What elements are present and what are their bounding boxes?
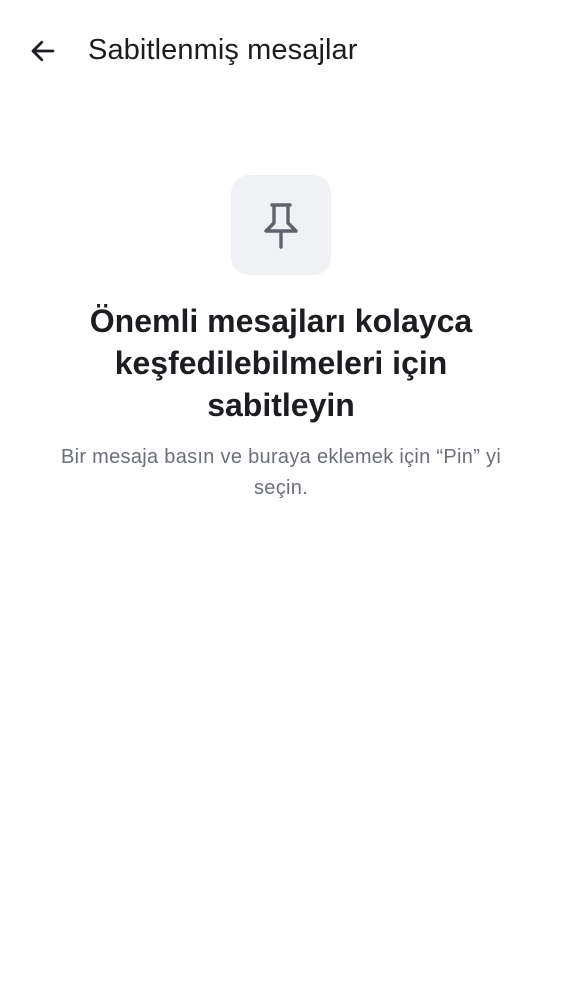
empty-state: Önemli mesajları kolayca keşfedilebilmel… (0, 175, 562, 504)
page-title: Sabitlenmiş mesajlar (88, 34, 358, 66)
back-button[interactable] (20, 28, 66, 74)
empty-state-title: Önemli mesajları kolayca keşfedilebilmel… (89, 303, 473, 423)
pin-icon (264, 203, 298, 249)
pin-icon-container (231, 175, 331, 275)
empty-state-description: Bir mesaja basın ve buraya eklemek için … (60, 446, 502, 499)
pinned-messages-screen: Sabitlenmiş mesajlar Önemli mesajları ko… (0, 0, 562, 1000)
top-app-bar: Sabitlenmiş mesajlar (0, 0, 562, 100)
arrow-left-icon (31, 40, 55, 62)
